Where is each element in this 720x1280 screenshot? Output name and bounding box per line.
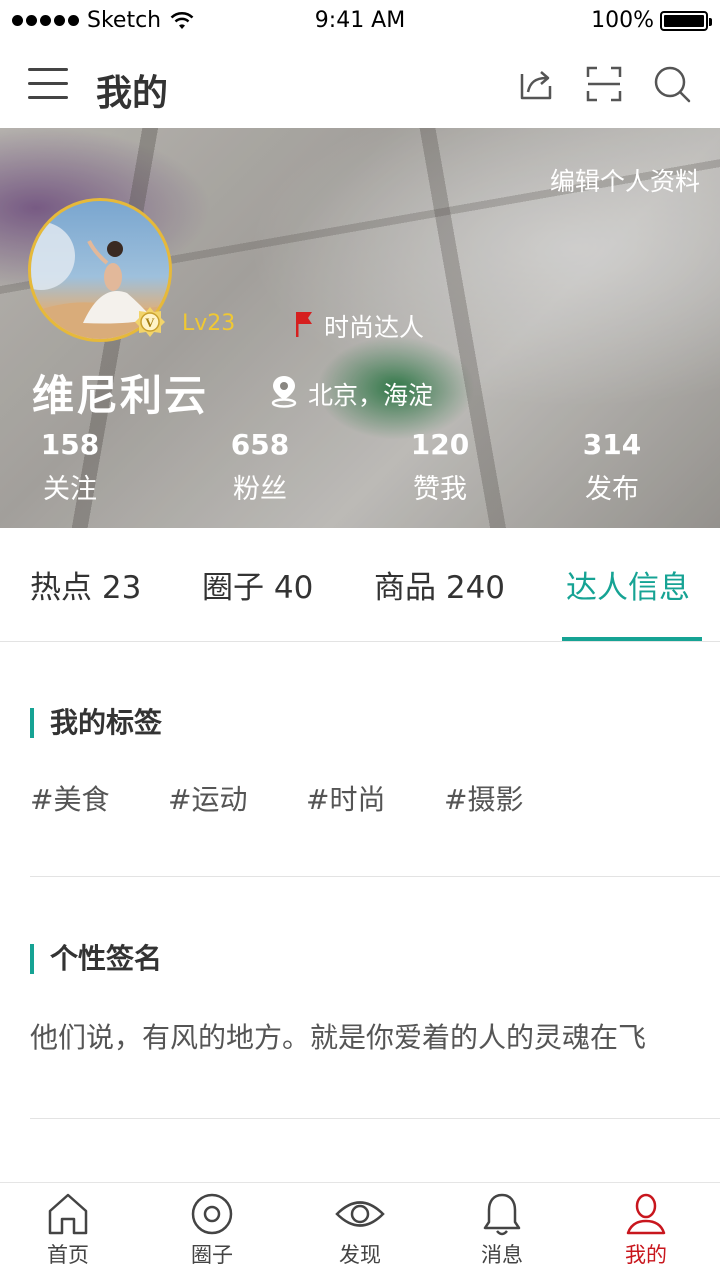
page-title: 我的 bbox=[96, 73, 169, 114]
tabbar-home[interactable]: 首页 bbox=[18, 1191, 118, 1269]
stat-label: 关注 bbox=[43, 474, 97, 505]
content-tabs: 热点 23 圈子 40 商品 240 达人信息 bbox=[0, 528, 720, 642]
title-badge: 时尚达人 bbox=[324, 313, 425, 342]
profile-header: 编辑个人资料 V Lv23 时尚达人 维尼利云 北京，海淀 158 关注 658… bbox=[0, 128, 720, 528]
circle-icon bbox=[191, 1193, 233, 1235]
tabbar-label: 圈子 bbox=[191, 1243, 233, 1267]
tab-products[interactable]: 商品 240 bbox=[374, 562, 505, 607]
level-label: Lv23 bbox=[182, 311, 236, 336]
location-icon bbox=[271, 376, 297, 408]
tabbar-messages[interactable]: 消息 bbox=[452, 1191, 552, 1269]
flag-icon bbox=[296, 312, 312, 337]
tab-hot[interactable]: 热点 23 bbox=[30, 562, 141, 607]
stat-value: 658 bbox=[230, 428, 290, 461]
stat-value: 314 bbox=[582, 428, 642, 461]
tag-item[interactable]: #美食 bbox=[30, 778, 109, 818]
tag-item[interactable]: #时尚 bbox=[306, 778, 385, 818]
bottom-tab-bar: 首页 圈子 发现 消息 我的 bbox=[0, 1182, 720, 1280]
status-right: 100% bbox=[591, 8, 712, 33]
user-icon bbox=[626, 1193, 666, 1235]
tag-item[interactable]: #运动 bbox=[168, 778, 247, 818]
location-label: 北京，海淀 bbox=[308, 381, 434, 410]
vip-badge-icon: V bbox=[135, 307, 165, 337]
tag-item[interactable]: #摄影 bbox=[444, 778, 523, 818]
bell-icon bbox=[483, 1193, 521, 1236]
stat-posts[interactable]: 314 发布 bbox=[542, 428, 682, 506]
search-icon[interactable] bbox=[652, 64, 692, 104]
tabbar-mine[interactable]: 我的 bbox=[596, 1191, 696, 1269]
tabbar-discover[interactable]: 发现 bbox=[310, 1191, 410, 1269]
status-bar: Sketch 9:41 AM 100% bbox=[0, 0, 720, 44]
stats-row: 158 关注 658 粉丝 120 赞我 314 发布 bbox=[0, 428, 720, 518]
tabbar-label: 发现 bbox=[339, 1243, 381, 1267]
tabbar-label: 首页 bbox=[47, 1243, 89, 1267]
stat-label: 赞我 bbox=[413, 474, 467, 505]
stat-label: 发布 bbox=[585, 474, 639, 505]
signature-text: 他们说，有风的地方。就是你爱着的人的灵魂在飞 bbox=[30, 1021, 647, 1054]
divider bbox=[30, 876, 720, 877]
stat-likes[interactable]: 120 赞我 bbox=[370, 428, 510, 506]
svg-text:V: V bbox=[145, 315, 155, 330]
home-icon bbox=[48, 1193, 88, 1235]
eye-icon bbox=[335, 1201, 385, 1227]
menu-icon[interactable] bbox=[28, 68, 68, 104]
nav-actions bbox=[516, 64, 692, 104]
scan-icon[interactable] bbox=[584, 64, 624, 104]
battery-percent: 100% bbox=[591, 8, 654, 33]
signature-section-title: 个性签名 bbox=[30, 944, 162, 974]
divider bbox=[30, 1118, 720, 1119]
edit-profile-link[interactable]: 编辑个人资料 bbox=[550, 162, 700, 198]
stat-value: 158 bbox=[40, 428, 100, 461]
stat-followers[interactable]: 658 粉丝 bbox=[190, 428, 330, 506]
tab-expert-info[interactable]: 达人信息 bbox=[566, 562, 690, 607]
tab-active-indicator bbox=[562, 637, 702, 641]
tabbar-label: 消息 bbox=[481, 1243, 523, 1267]
stat-value: 120 bbox=[410, 428, 470, 461]
nav-bar: 我的 bbox=[0, 44, 720, 128]
tags-section-title: 我的标签 bbox=[30, 708, 162, 738]
stat-label: 粉丝 bbox=[233, 474, 287, 505]
stat-following[interactable]: 158 关注 bbox=[0, 428, 140, 506]
tab-circles[interactable]: 圈子 40 bbox=[202, 562, 313, 607]
tabbar-circles[interactable]: 圈子 bbox=[162, 1191, 262, 1269]
tabbar-label: 我的 bbox=[625, 1243, 667, 1267]
username: 维尼利云 bbox=[32, 371, 209, 420]
battery-icon bbox=[660, 10, 712, 31]
share-icon[interactable] bbox=[516, 64, 556, 104]
